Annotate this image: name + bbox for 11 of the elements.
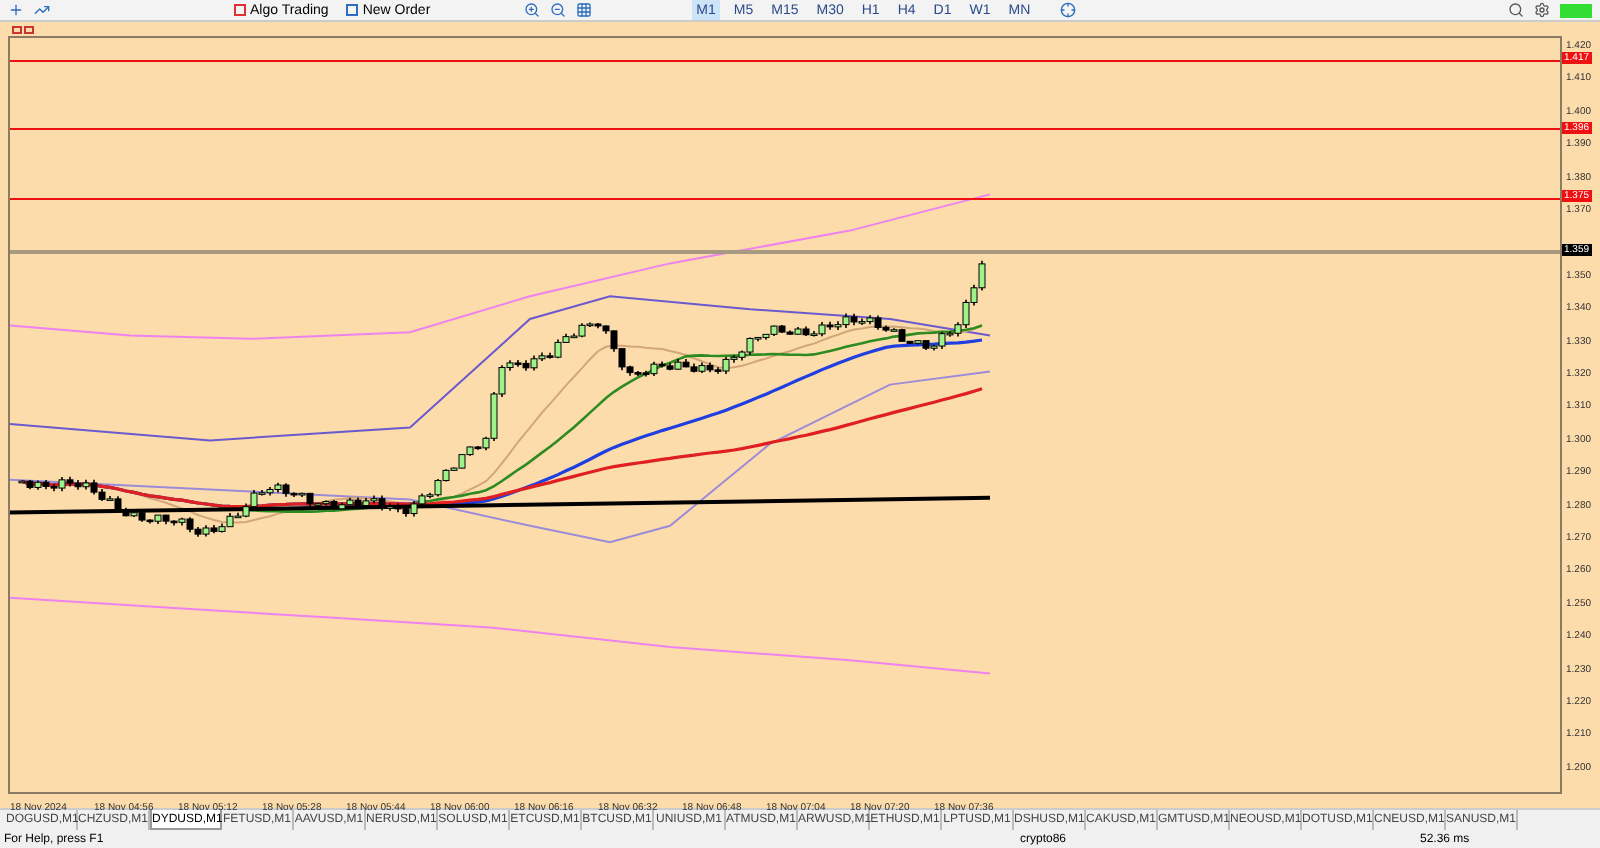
search-icon[interactable] bbox=[1508, 2, 1524, 18]
settings-icon[interactable] bbox=[1534, 2, 1550, 18]
order-icon bbox=[346, 4, 359, 16]
zoom-in-icon[interactable] bbox=[524, 2, 541, 18]
zoom-out-icon[interactable] bbox=[550, 2, 567, 18]
crosshair-icon[interactable] bbox=[1060, 2, 1077, 18]
grid-icon[interactable] bbox=[576, 2, 593, 18]
trend-icon[interactable] bbox=[34, 2, 50, 18]
new-chart-icon[interactable] bbox=[8, 2, 24, 18]
connection-indicator bbox=[1560, 3, 1592, 17]
stop-icon bbox=[234, 4, 246, 16]
